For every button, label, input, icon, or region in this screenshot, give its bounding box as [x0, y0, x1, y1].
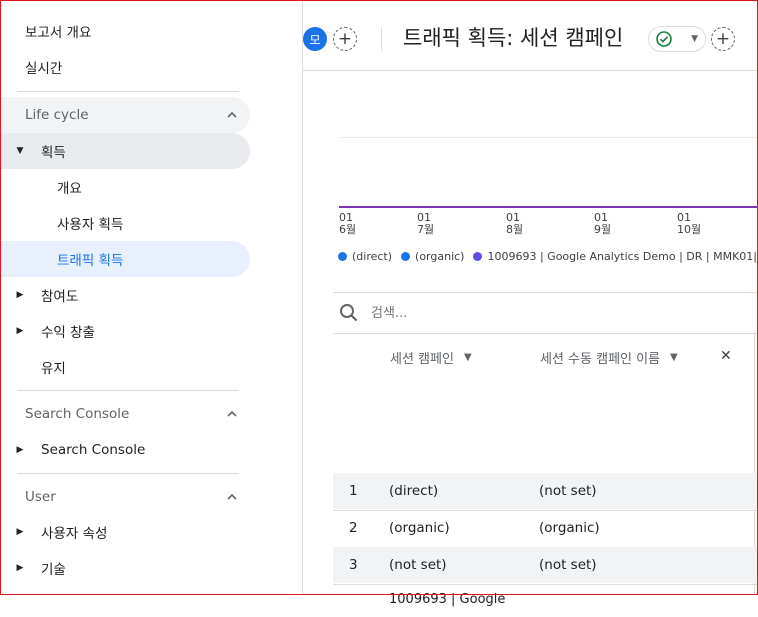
comparison-avatar[interactable]: 모 — [303, 27, 327, 51]
sidebar-item-traffic-acquisition[interactable]: 트래픽 획득 — [57, 241, 123, 277]
plus-icon: + — [337, 28, 353, 49]
section-header-user[interactable]: User — [25, 479, 250, 515]
page-title: 트래픽 획득: 세션 캠페인 — [403, 26, 624, 50]
legend-dot — [401, 252, 411, 261]
x-tick-label: 01 8월 — [506, 211, 524, 236]
x-tick-label: 01 7월 — [417, 211, 435, 236]
sidebar-item-retention[interactable]: ▶ 유지 — [0, 349, 66, 385]
section-header-label: Life cycle — [25, 107, 89, 123]
close-icon[interactable]: ✕ — [720, 348, 732, 364]
chart-legend: (direct) (organic) 1009693 | Google Anal… — [338, 250, 758, 263]
caret-down-icon: ▼ — [16, 146, 24, 156]
section-header-search-console[interactable]: Search Console — [25, 396, 250, 432]
sidebar-item-label: 보고서 개요 — [25, 25, 92, 41]
sidebar-item-label: Search Console — [41, 442, 146, 458]
check-circle-icon — [656, 31, 672, 47]
series-line — [339, 206, 758, 208]
chevron-up-icon — [227, 493, 237, 500]
sidebar-item-monetization[interactable]: ▶ 수익 창출 — [0, 313, 95, 349]
sidebar-item-engagement[interactable]: ▶ 참여도 — [0, 277, 79, 313]
search-icon — [340, 304, 358, 322]
report-header: 모 + 트래픽 획득: 세션 캠페인 ▼ + — [303, 0, 758, 71]
chevron-up-icon — [227, 410, 237, 417]
legend-dot — [338, 252, 347, 261]
report-status-dropdown[interactable]: ▼ — [648, 26, 706, 52]
add-button[interactable]: + — [711, 27, 735, 51]
sidebar-item-label: 사용자 획득 — [57, 217, 124, 233]
caret-down-icon: ▼ — [691, 34, 698, 44]
caret-right-icon: ▶ — [16, 563, 24, 573]
gridline — [339, 137, 758, 138]
table-row[interactable]: 2 (organic) (organic) — [333, 510, 758, 546]
section-header-label: Search Console — [25, 406, 130, 422]
legend-item[interactable]: 1009693 | Google Analytics Demo | DR | M… — [473, 250, 758, 263]
x-tick-label: 01 9월 — [594, 211, 612, 236]
sidebar-item-reports-overview[interactable]: 보고서 개요 — [25, 13, 91, 49]
sidebar-item-label: 기술 — [41, 562, 66, 578]
table-row[interactable]: 1 (direct) (not set) — [333, 473, 758, 509]
divider — [381, 27, 382, 51]
x-tick-label: 01 6월 — [339, 211, 357, 236]
data-table: 세션 캠페인▼ 세션 수동 캠페인 이름▼ ✕ 1(direct)(not se… — [333, 292, 758, 607]
divider — [17, 473, 239, 474]
chevron-up-icon — [227, 111, 237, 118]
table-search — [333, 292, 758, 334]
caret-right-icon: ▶ — [16, 290, 24, 300]
sidebar-item-user-acquisition[interactable]: 사용자 획득 — [57, 205, 123, 241]
divider — [17, 390, 239, 391]
legend-dot — [473, 252, 483, 261]
x-tick-label: 01 10월 — [677, 211, 702, 236]
sidebar-item-label: 사용자 속성 — [41, 526, 108, 542]
caret-right-icon: ▶ — [16, 326, 24, 336]
sidebar-item-search-console[interactable]: ▶ Search Console — [0, 432, 146, 468]
sidebar-nav: 보고서 개요 실시간 Life cycle ▼ 획득 개요 사용자 획득 트래픽… — [0, 0, 303, 595]
section-header-lifecycle[interactable]: Life cycle — [25, 97, 250, 133]
sidebar-item-label: 참여도 — [41, 289, 79, 305]
caret-down-icon: ▼ — [670, 352, 678, 363]
caret-down-icon: ▼ — [463, 352, 472, 363]
sidebar-item-tech[interactable]: ▶ 기술 — [0, 550, 66, 586]
sidebar-item-label: 개요 — [57, 181, 82, 197]
legend-item[interactable]: (organic) — [401, 250, 464, 263]
sidebar-item-label: 실시간 — [25, 61, 63, 77]
sidebar-item-label: 수익 창출 — [41, 325, 95, 341]
column-header-session-campaign[interactable]: 세션 캠페인 ▼ — [390, 348, 472, 367]
column-header-manual-campaign-name[interactable]: 세션 수동 캠페인 이름 ▼ — [540, 348, 678, 367]
sidebar-item-label: 트래픽 획득 — [57, 253, 124, 269]
table-row[interactable]: 3 (not set) (not set) — [333, 547, 758, 583]
section-header-label: User — [25, 489, 56, 505]
legend-item[interactable]: (direct) — [338, 250, 392, 263]
active-item-bg — [0, 241, 250, 277]
sidebar-item-realtime[interactable]: 실시간 — [25, 49, 62, 85]
sidebar-item-acquisition[interactable]: ▼ 획득 — [0, 133, 66, 169]
sidebar-item-label: 획득 — [41, 145, 66, 161]
plus-icon: + — [715, 28, 731, 49]
sidebar-item-label: 유지 — [41, 361, 66, 377]
add-comparison-button[interactable]: + — [333, 27, 357, 51]
caret-right-icon: ▶ — [16, 445, 24, 455]
search-input[interactable] — [369, 304, 673, 322]
table-row[interactable]: 1009693 | Google — [333, 581, 758, 617]
sidebar-item-acquisition-overview[interactable]: 개요 — [57, 169, 82, 205]
caret-right-icon: ▶ — [16, 527, 24, 537]
sidebar-item-user-attributes[interactable]: ▶ 사용자 속성 — [0, 514, 108, 550]
divider — [17, 91, 239, 92]
